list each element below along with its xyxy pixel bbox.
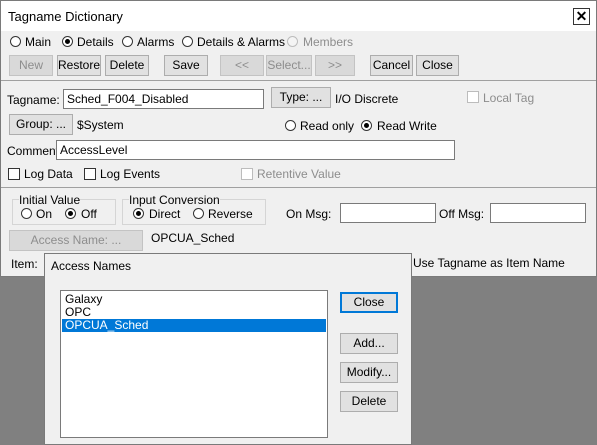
type-button[interactable]: Type: ... — [271, 87, 331, 108]
log-data-label: Log Data — [24, 167, 73, 181]
dialog-title: Access Names — [51, 259, 132, 273]
title-bar: Tagname Dictionary ✕ — [1, 1, 596, 31]
on-msg-label: On Msg: — [286, 207, 332, 221]
restore-button[interactable]: Restore — [57, 55, 101, 76]
radio-details-alarms-label: Details & Alarms — [197, 35, 286, 49]
access-names-dialog: Access Names Galaxy OPC OPCUA_Sched Clos… — [44, 253, 412, 445]
off-msg-label: Off Msg: — [439, 207, 485, 221]
toolbar-separator — [1, 80, 596, 81]
tagname-dictionary-window: Tagname Dictionary ✕ Main Details Alarms… — [0, 0, 597, 277]
reverse-radio[interactable] — [193, 208, 204, 219]
comment-input[interactable]: AccessLevel — [56, 140, 455, 160]
dialog-modify-button[interactable]: Modify... — [340, 362, 398, 383]
direct-label: Direct — [149, 207, 181, 221]
on-msg-input[interactable] — [340, 203, 436, 223]
log-events-label: Log Events — [100, 167, 161, 181]
radio-alarms[interactable] — [122, 36, 133, 47]
reverse-label: Reverse — [208, 207, 253, 221]
new-button[interactable]: New — [9, 55, 53, 76]
local-tag-checkbox[interactable] — [467, 91, 479, 103]
retentive-value-checkbox[interactable] — [241, 168, 253, 180]
cancel-button[interactable]: Cancel — [370, 55, 413, 76]
read-write-label: Read Write — [377, 119, 437, 133]
log-events-checkbox[interactable] — [84, 168, 96, 180]
access-names-list[interactable]: Galaxy OPC OPCUA_Sched — [60, 290, 328, 438]
dialog-delete-button[interactable]: Delete — [340, 391, 398, 412]
access-name-value: OPCUA_Sched — [151, 231, 235, 245]
tagname-input[interactable]: Sched_F004_Disabled — [63, 89, 264, 109]
details-separator — [1, 187, 596, 188]
use-tagname-label: Use Tagname as Item Name — [413, 256, 565, 270]
tagname-label: Tagname: — [7, 93, 60, 107]
previous-button[interactable]: << — [220, 55, 264, 76]
select-button[interactable]: Select... — [266, 55, 312, 76]
delete-button[interactable]: Delete — [105, 55, 149, 76]
radio-main[interactable] — [10, 36, 21, 47]
radio-details-label: Details — [77, 35, 114, 49]
radio-details[interactable] — [62, 36, 73, 47]
radio-main-label: Main — [25, 35, 52, 49]
read-write-radio[interactable] — [361, 120, 372, 131]
local-tag-label: Local Tag — [483, 91, 535, 105]
input-conversion-label: Input Conversion — [129, 193, 220, 207]
initial-off-label: Off — [81, 207, 97, 221]
access-name-button[interactable]: Access Name: ... — [9, 230, 143, 251]
group-button[interactable]: Group: ... — [9, 114, 73, 135]
close-icon: ✕ — [575, 8, 588, 24]
log-data-checkbox[interactable] — [8, 168, 20, 180]
off-msg-input[interactable] — [490, 203, 586, 223]
radio-members-label: Members — [303, 35, 354, 49]
initial-on-label: On — [36, 207, 53, 221]
initial-value-label: Initial Value — [19, 193, 81, 207]
dialog-add-button[interactable]: Add... — [340, 333, 398, 354]
radio-details-alarms[interactable] — [182, 36, 193, 47]
read-only-label: Read only — [300, 119, 355, 133]
initial-off-radio[interactable] — [65, 208, 76, 219]
radio-members[interactable] — [287, 36, 298, 47]
radio-alarms-label: Alarms — [137, 35, 175, 49]
window-close-button[interactable]: ✕ — [573, 8, 590, 25]
list-item[interactable]: Galaxy — [62, 293, 326, 306]
list-item[interactable]: OPCUA_Sched — [62, 319, 326, 332]
direct-radio[interactable] — [133, 208, 144, 219]
item-label: Item: — [11, 257, 38, 271]
group-value: $System — [77, 118, 124, 132]
window-title: Tagname Dictionary — [8, 9, 123, 24]
save-button[interactable]: Save — [164, 55, 208, 76]
initial-on-radio[interactable] — [21, 208, 32, 219]
type-value: I/O Discrete — [335, 92, 399, 106]
close-button[interactable]: Close — [416, 55, 459, 76]
read-only-radio[interactable] — [285, 120, 296, 131]
next-button[interactable]: >> — [315, 55, 355, 76]
retentive-value-label: Retentive Value — [257, 167, 341, 181]
dialog-close-button[interactable]: Close — [340, 292, 398, 313]
comment-label: Comment: — [7, 144, 63, 158]
